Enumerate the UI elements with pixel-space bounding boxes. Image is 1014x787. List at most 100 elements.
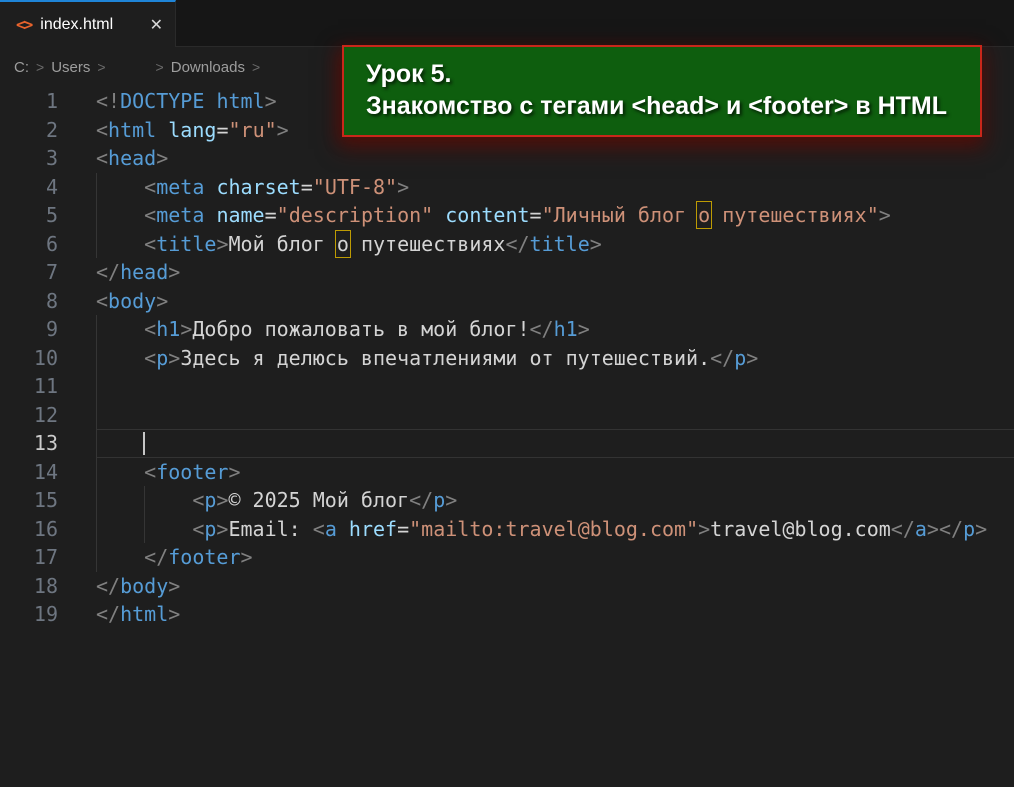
line-number: 12 bbox=[0, 401, 58, 430]
code-token bbox=[204, 89, 216, 113]
code-line-4: 4 <meta charset="UTF-8"> bbox=[0, 173, 1014, 202]
line-number: 14 bbox=[0, 458, 58, 487]
code-token: < bbox=[144, 346, 156, 370]
code-line-17: 17 </footer> bbox=[0, 543, 1014, 572]
code-token: > bbox=[228, 460, 240, 484]
code-token: content bbox=[445, 203, 529, 227]
code-token: > bbox=[445, 488, 457, 512]
code-token: p bbox=[963, 517, 975, 541]
close-icon[interactable]: ✕ bbox=[150, 15, 163, 35]
lesson-banner-subtitle: Знакомство с тегами <head> и <footer> в … bbox=[366, 90, 980, 122]
code-content: <p>Здесь я делюсь впечатлениями от путеш… bbox=[96, 344, 1014, 373]
breadcrumb-item-downloads[interactable]: Downloads bbox=[171, 59, 245, 76]
code-token: путешествиях bbox=[349, 232, 506, 256]
code-token: p bbox=[204, 488, 216, 512]
indent-guide bbox=[96, 458, 97, 487]
line-number: 18 bbox=[0, 572, 58, 601]
code-token bbox=[96, 460, 144, 484]
code-token: </ bbox=[96, 602, 120, 626]
indent-guide bbox=[96, 486, 97, 515]
code-content bbox=[96, 372, 1014, 401]
code-token: > bbox=[927, 517, 939, 541]
line-number: 19 bbox=[0, 600, 58, 629]
code-token bbox=[96, 431, 144, 455]
unicode-highlight-char: о bbox=[698, 203, 710, 227]
code-token: </ bbox=[939, 517, 963, 541]
indent-guide bbox=[96, 543, 97, 572]
code-token: "mailto:travel@blog.com" bbox=[409, 517, 698, 541]
code-token: </ bbox=[96, 260, 120, 284]
code-token: > bbox=[397, 175, 409, 199]
code-line-3: 3 <head> bbox=[0, 144, 1014, 173]
line-number: 3 bbox=[0, 144, 58, 173]
code-token: < bbox=[144, 317, 156, 341]
code-token bbox=[96, 232, 144, 256]
code-token: p bbox=[433, 488, 445, 512]
indent-guide bbox=[96, 173, 97, 202]
code-token: > bbox=[975, 517, 987, 541]
code-editor[interactable]: 1<!DOCTYPE html>2<html lang="ru">3<head>… bbox=[0, 87, 1014, 629]
code-token: < bbox=[144, 460, 156, 484]
code-token: < bbox=[192, 488, 204, 512]
code-content: </head> bbox=[96, 258, 1014, 287]
breadcrumb-item-users[interactable]: Users bbox=[51, 59, 90, 76]
code-content: </body> bbox=[96, 572, 1014, 601]
tab-bar: <> index.html ✕ bbox=[0, 0, 1014, 47]
line-number: 9 bbox=[0, 315, 58, 344]
breadcrumb-item-c[interactable]: C: bbox=[14, 59, 29, 76]
code-token: h1 bbox=[156, 317, 180, 341]
code-line-16: 16 <p>Email: <a href="mailto:travel@blog… bbox=[0, 515, 1014, 544]
code-token: p bbox=[204, 517, 216, 541]
code-token: > bbox=[698, 517, 710, 541]
code-token: html bbox=[120, 602, 168, 626]
code-content: <p>Email: <a href="mailto:travel@blog.co… bbox=[96, 515, 1014, 544]
tab-index-html[interactable]: <> index.html ✕ bbox=[0, 0, 176, 47]
lesson-banner: Урок 5. Знакомство с тегами <head> и <fo… bbox=[342, 45, 982, 137]
code-token bbox=[433, 203, 445, 227]
code-token bbox=[96, 203, 144, 227]
code-content: <h1>Добро пожаловать в мой блог!</h1> bbox=[96, 315, 1014, 344]
code-token: > bbox=[156, 146, 168, 170]
code-line-10: 10 <p>Здесь я делюсь впечатлениями от пу… bbox=[0, 344, 1014, 373]
code-line-9: 9 <h1>Добро пожаловать в мой блог!</h1> bbox=[0, 315, 1014, 344]
indent-guide bbox=[96, 344, 97, 373]
line-number: 15 bbox=[0, 486, 58, 515]
line-number: 13 bbox=[0, 429, 58, 458]
code-token: "ru" bbox=[228, 118, 276, 142]
code-token: < bbox=[144, 232, 156, 256]
code-token: head bbox=[120, 260, 168, 284]
indent-guide bbox=[96, 201, 97, 230]
code-token bbox=[156, 118, 168, 142]
chevron-right-icon: > bbox=[156, 59, 164, 75]
code-token: > bbox=[168, 574, 180, 598]
code-token: путешествиях" bbox=[710, 203, 879, 227]
code-token: </ bbox=[96, 574, 120, 598]
code-token: body bbox=[108, 289, 156, 313]
code-line-14: 14 <footer> bbox=[0, 458, 1014, 487]
chevron-right-icon: > bbox=[252, 59, 260, 75]
code-line-6: 6 <title>Мой блог о путешествиях</title> bbox=[0, 230, 1014, 259]
code-token: html bbox=[216, 89, 264, 113]
code-token: < bbox=[144, 203, 156, 227]
indent-guide bbox=[96, 372, 97, 401]
indent-guide bbox=[144, 515, 145, 544]
code-token: < bbox=[96, 146, 108, 170]
code-token: > bbox=[168, 346, 180, 370]
indent-guide bbox=[96, 515, 97, 544]
code-line-5: 5 <meta name="description" content="Личн… bbox=[0, 201, 1014, 230]
line-number: 10 bbox=[0, 344, 58, 373]
code-token: < bbox=[192, 517, 204, 541]
code-token: > bbox=[590, 232, 602, 256]
chevron-right-icon: > bbox=[36, 59, 44, 75]
code-token: name bbox=[216, 203, 264, 227]
code-token: </ bbox=[144, 545, 168, 569]
code-token: Мой блог bbox=[228, 232, 336, 256]
code-token: </ bbox=[505, 232, 529, 256]
line-number: 17 bbox=[0, 543, 58, 572]
code-content: <head> bbox=[96, 144, 1014, 173]
code-content: </footer> bbox=[96, 543, 1014, 572]
code-line-12: 12 bbox=[0, 401, 1014, 430]
code-token: meta bbox=[156, 203, 204, 227]
line-number: 7 bbox=[0, 258, 58, 287]
code-content: <meta charset="UTF-8"> bbox=[96, 173, 1014, 202]
